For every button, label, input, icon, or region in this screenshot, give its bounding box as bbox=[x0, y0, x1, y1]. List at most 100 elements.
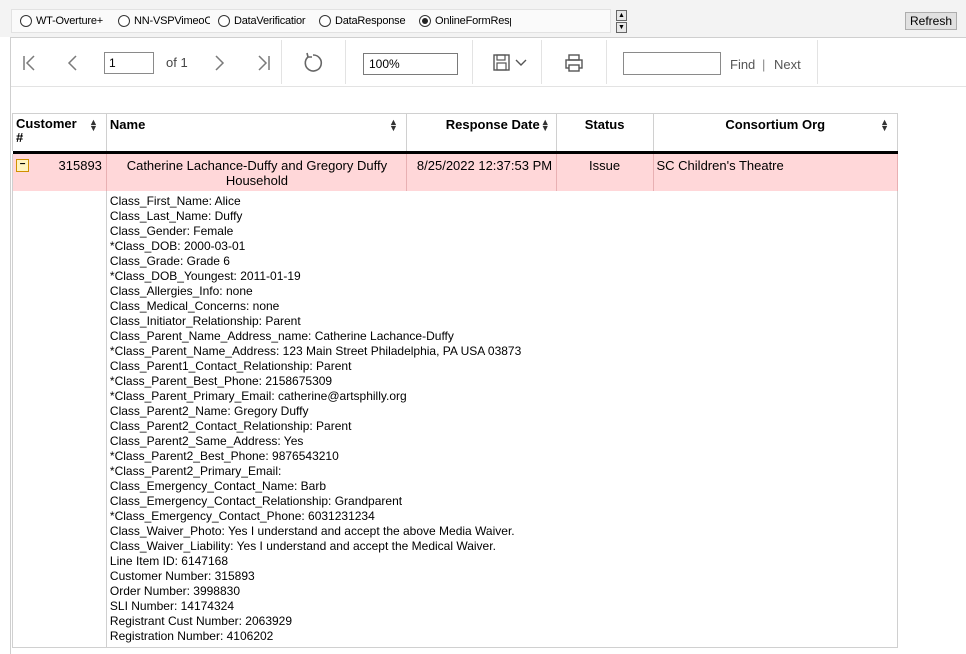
page-count: of 1 bbox=[166, 55, 188, 70]
radio-option-1[interactable]: NN-VSPVimeoO bbox=[110, 10, 210, 32]
header-label: Status bbox=[584, 117, 625, 132]
table-header-row: Customer # ▲ ▼ Name ▲ ▼ Response Date ▲ ▼ S… bbox=[12, 113, 898, 151]
detail-line: *Class_DOB_Youngest: 2011-01-19 bbox=[109, 268, 301, 283]
detail-line: Class_Allergies_Info: none bbox=[109, 283, 253, 298]
find-next-link[interactable]: Next bbox=[774, 57, 801, 72]
header-label: Name bbox=[109, 117, 146, 132]
scroll-down-icon[interactable]: ▼ bbox=[616, 22, 627, 33]
radio-button[interactable] bbox=[118, 15, 130, 27]
radio-button[interactable] bbox=[218, 15, 230, 27]
sort-icon[interactable]: ▲ ▼ bbox=[89, 118, 98, 133]
detail-line: Class_Waiver_Liability: Yes I understand… bbox=[109, 538, 496, 553]
detail-line: SLI Number: 14174324 bbox=[109, 598, 235, 613]
header-label: Customer # bbox=[16, 116, 77, 145]
find-text-input[interactable] bbox=[623, 52, 721, 75]
detail-line: Registrant Cust Number: 2063929 bbox=[109, 613, 293, 628]
radio-label: WT-Overture+ bbox=[36, 15, 103, 27]
column-header-response-date[interactable]: Response Date ▲ ▼ bbox=[406, 113, 557, 151]
name-cell: Catherine Lachance-Duffy and Gregory Duf… bbox=[106, 153, 407, 191]
detail-line: *Class_Parent2_Best_Phone: 9876543210 bbox=[109, 448, 339, 463]
detail-list: Class_First_Name: Alice Class_Last_Name: … bbox=[110, 194, 894, 644]
radio-option-2[interactable]: DataVerificatior bbox=[210, 10, 311, 32]
detail-line: Class_Waiver_Photo: Yes I understand and… bbox=[109, 523, 515, 538]
response-date-cell: 8/25/2022 12:37:53 PM bbox=[406, 153, 557, 191]
header-label: Consortium Org bbox=[725, 117, 826, 132]
detail-cell: Class_First_Name: Alice Class_Last_Name: … bbox=[106, 190, 899, 648]
detail-line: Line Item ID: 6147168 bbox=[109, 553, 228, 568]
detail-line: *Class_Parent_Primary_Email: catherine@a… bbox=[109, 388, 407, 403]
column-header-status[interactable]: Status bbox=[556, 113, 654, 151]
last-page-icon[interactable] bbox=[252, 52, 274, 74]
zoom-select[interactable]: 100% bbox=[363, 53, 458, 75]
customer-cell: − 315893 bbox=[12, 153, 107, 191]
detail-line: Class_Parent2_Same_Address: Yes bbox=[109, 433, 304, 448]
report-table: Customer # ▲ ▼ Name ▲ ▼ Response Date ▲ ▼ S… bbox=[12, 113, 899, 648]
find-link[interactable]: Find bbox=[730, 57, 755, 72]
toolbar-divider bbox=[345, 40, 346, 84]
radio-option-0[interactable]: WT-Overture+ bbox=[12, 10, 110, 32]
radio-option-4[interactable]: OnlineFormResp bbox=[411, 10, 511, 32]
detail-line: Class_Parent2_Name: Gregory Duffy bbox=[109, 403, 309, 418]
toolbar-divider bbox=[606, 40, 607, 84]
detail-line: *Class_Emergency_Contact_Phone: 60312312… bbox=[109, 508, 375, 523]
radio-option-3[interactable]: DataResponse bbox=[311, 10, 411, 32]
radio-button[interactable] bbox=[20, 15, 32, 27]
radio-scroll: ▲ ▼ bbox=[616, 10, 627, 34]
radio-label: DataVerificatior bbox=[234, 15, 306, 27]
detail-row: Class_First_Name: Alice Class_Last_Name: … bbox=[12, 190, 899, 648]
detail-line: *Class_Parent2_Primary_Email: bbox=[109, 463, 282, 478]
sort-icon[interactable]: ▲ ▼ bbox=[541, 118, 550, 133]
column-header-customer[interactable]: Customer # ▲ ▼ bbox=[12, 113, 107, 151]
column-header-name[interactable]: Name ▲ ▼ bbox=[106, 113, 407, 151]
toolbar-divider bbox=[281, 40, 282, 84]
detail-line: Class_Parent_Name_Address_name: Catherin… bbox=[109, 328, 454, 343]
header-label: Response Date bbox=[445, 117, 540, 132]
radio-label: NN-VSPVimeoO bbox=[134, 15, 210, 27]
detail-line: *Class_Parent_Best_Phone: 2158675309 bbox=[109, 373, 333, 388]
status-cell: Issue bbox=[556, 153, 654, 191]
refresh-report-icon[interactable] bbox=[301, 51, 325, 75]
table-row: − 315893 Catherine Lachance-Duffy and Gr… bbox=[12, 153, 898, 191]
zoom-value: 100% bbox=[369, 57, 400, 71]
detail-line: Class_Initiator_Relationship: Parent bbox=[109, 313, 301, 328]
radio-button[interactable] bbox=[319, 15, 331, 27]
toolbar-divider bbox=[472, 40, 473, 84]
detail-line: *Class_Parent_Name_Address: 123 Main Str… bbox=[109, 343, 522, 358]
detail-line: Class_Emergency_Contact_Name: Barb bbox=[109, 478, 327, 493]
detail-line: Class_Parent2_Contact_Relationship: Pare… bbox=[109, 418, 352, 433]
toolbar-bottom-border bbox=[11, 86, 966, 87]
detail-line: Class_Gender: Female bbox=[109, 223, 234, 238]
refresh-button[interactable]: Refresh bbox=[905, 12, 957, 30]
print-icon[interactable] bbox=[563, 52, 585, 74]
consortium-value: SC Children's Theatre bbox=[656, 157, 784, 173]
detail-line: Class_Medical_Concerns: none bbox=[109, 298, 280, 313]
status-value: Issue bbox=[589, 157, 621, 173]
customer-name: Catherine Lachance-Duffy and Gregory Duf… bbox=[126, 157, 388, 188]
detail-line: Order Number: 3998830 bbox=[109, 583, 240, 598]
radio-button-selected[interactable] bbox=[419, 15, 431, 27]
next-page-icon[interactable] bbox=[209, 52, 229, 74]
scroll-up-icon[interactable]: ▲ bbox=[616, 10, 627, 21]
first-page-icon[interactable] bbox=[20, 52, 40, 74]
detail-line: Class_Parent1_Contact_Relationship: Pare… bbox=[109, 358, 352, 373]
page-number-input[interactable] bbox=[104, 52, 154, 74]
toolbar-divider bbox=[541, 40, 542, 84]
sort-icon[interactable]: ▲ ▼ bbox=[880, 118, 889, 133]
report-radio-group: WT-Overture+ NN-VSPVimeoO DataVerificati… bbox=[11, 9, 611, 33]
detail-line: Customer Number: 315893 bbox=[109, 568, 255, 583]
collapse-icon[interactable]: − bbox=[16, 158, 29, 172]
detail-line: Class_Last_Name: Duffy bbox=[109, 208, 243, 223]
column-header-consortium[interactable]: Consortium Org ▲ ▼ bbox=[653, 113, 898, 151]
radio-label: DataResponse bbox=[335, 15, 406, 27]
radio-label: OnlineFormResp bbox=[435, 15, 511, 27]
detail-line: Class_Grade: Grade 6 bbox=[109, 253, 230, 268]
report-selector-bar: WT-Overture+ NN-VSPVimeoO DataVerificati… bbox=[0, 0, 966, 37]
consortium-cell: SC Children's Theatre bbox=[653, 153, 898, 191]
response-date: 8/25/2022 12:37:53 PM bbox=[416, 157, 553, 173]
previous-page-icon[interactable] bbox=[63, 52, 83, 74]
detail-line: Class_First_Name: Alice bbox=[109, 193, 241, 208]
find-separator: | bbox=[762, 57, 766, 72]
export-save-icon[interactable] bbox=[492, 52, 532, 74]
detail-line: Class_Emergency_Contact_Relationship: Gr… bbox=[109, 493, 403, 508]
sort-icon[interactable]: ▲ ▼ bbox=[389, 118, 398, 133]
